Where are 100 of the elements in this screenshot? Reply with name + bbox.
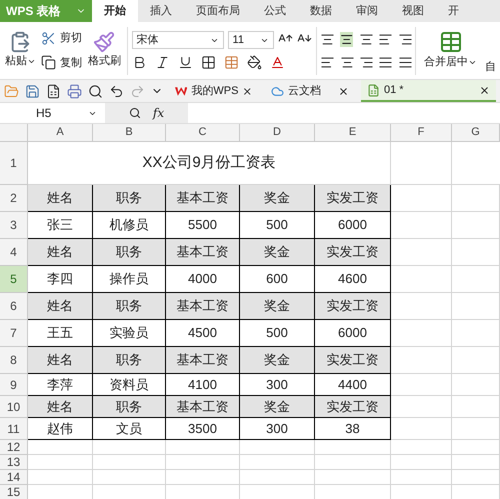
paste-button[interactable]: 粘贴 <box>4 53 27 70</box>
table-cell-text: 300 <box>266 420 288 438</box>
function-label[interactable]: fx <box>152 104 164 122</box>
column-header[interactable]: G <box>452 124 500 141</box>
font-size-field[interactable]: 11 <box>228 31 274 49</box>
format-painter-button[interactable]: 格式刷 <box>88 53 121 70</box>
merge-icon[interactable] <box>438 30 463 54</box>
preview-icon[interactable] <box>88 84 103 98</box>
table-style-icon[interactable] <box>224 55 239 70</box>
table-cell-text: 4400 <box>338 376 367 394</box>
close-icon[interactable] <box>242 86 253 96</box>
close-icon[interactable] <box>479 84 490 96</box>
align-center-icon[interactable] <box>340 54 355 70</box>
caret-icon[interactable] <box>26 57 36 66</box>
caret-icon[interactable] <box>468 58 478 67</box>
table-cell-text: 姓名 <box>47 243 73 262</box>
ribbon-tab[interactable]: 审阅 <box>344 0 390 22</box>
font-color-icon[interactable] <box>270 55 285 70</box>
sheet-title: XX公司9月份工资表 <box>142 152 276 173</box>
column-header[interactable]: B <box>93 124 166 141</box>
table-cell-text: 奖金 <box>264 243 290 262</box>
table-cell-text: 500 <box>266 324 288 342</box>
ribbon-tab[interactable]: 插入 <box>138 0 184 22</box>
ribbon-tab[interactable]: 公式 <box>252 0 298 22</box>
fill-color-icon[interactable] <box>246 55 262 70</box>
table-cell-text: 张三 <box>47 216 73 234</box>
ribbon-tab[interactable]: 开 <box>436 0 471 22</box>
row-header[interactable]: 2 <box>0 185 28 212</box>
table-cell-text: 操作员 <box>110 270 148 288</box>
row-header[interactable]: 7 <box>0 320 28 347</box>
save-icon[interactable] <box>25 84 40 98</box>
align-right-icon[interactable] <box>359 54 374 70</box>
document-tab[interactable]: 01 * <box>361 80 496 102</box>
table-cell-text: 500 <box>266 216 288 234</box>
row-header[interactable]: 12 <box>0 440 28 455</box>
undo-icon[interactable] <box>109 84 124 98</box>
font-name-field[interactable]: 宋体 <box>132 31 224 49</box>
cut-button[interactable]: 剪切 <box>60 30 82 46</box>
brush-icon[interactable] <box>93 31 116 54</box>
borders-icon[interactable] <box>200 55 216 70</box>
scissors-icon[interactable] <box>40 30 56 46</box>
open-icon[interactable] <box>4 84 19 98</box>
underline-icon[interactable] <box>178 55 193 70</box>
copy-button[interactable]: 复制 <box>60 54 82 71</box>
print-icon[interactable] <box>67 84 82 98</box>
ribbon-tab[interactable]: 开始 <box>92 0 138 22</box>
copy-icon[interactable] <box>40 55 56 70</box>
row-header[interactable]: 13 <box>0 455 28 470</box>
table-cell-text: 文员 <box>116 420 142 438</box>
table-cell-text: 5500 <box>188 216 217 234</box>
distribute-icon[interactable] <box>398 54 413 70</box>
search-icon[interactable] <box>128 107 141 119</box>
column-header[interactable]: D <box>240 124 315 141</box>
italic-icon[interactable] <box>154 55 170 70</box>
close-icon[interactable] <box>338 86 349 96</box>
table-cell-text: 姓名 <box>47 297 73 316</box>
paste-icon[interactable] <box>9 31 32 54</box>
table-cell-text: 李萍 <box>47 376 73 394</box>
table-cell-text: 实验员 <box>110 324 148 342</box>
table-cell-text: 实发工资 <box>326 398 378 416</box>
row-header[interactable]: 14 <box>0 470 28 485</box>
column-header[interactable]: C <box>166 124 240 141</box>
document-tab[interactable]: 云文档 <box>265 80 355 102</box>
row-header[interactable]: 15 <box>0 485 28 499</box>
row-header[interactable]: 5 <box>0 266 28 293</box>
row-header[interactable]: 3 <box>0 212 28 239</box>
column-header[interactable]: F <box>391 124 452 141</box>
table-cell-text: 基本工资 <box>176 398 228 416</box>
column-header[interactable]: E <box>315 124 391 141</box>
table-cell-text: 基本工资 <box>176 351 228 370</box>
align-middle-icon[interactable] <box>340 32 354 46</box>
row-header[interactable]: 4 <box>0 239 28 266</box>
row-header[interactable]: 8 <box>0 347 28 374</box>
row-header[interactable]: 10 <box>0 396 28 418</box>
row-header[interactable]: 6 <box>0 293 28 320</box>
column-header[interactable]: A <box>28 124 93 141</box>
ribbon-tab[interactable]: 数据 <box>298 0 344 22</box>
table-cell-text: 基本工资 <box>176 243 228 262</box>
row-header[interactable]: 9 <box>0 374 28 396</box>
table-cell-text: 4000 <box>188 270 217 288</box>
row-header[interactable]: 11 <box>0 418 28 440</box>
table-cell-text: 实发工资 <box>326 243 378 262</box>
document-tab[interactable]: 我的WPS <box>169 80 259 102</box>
redo-icon[interactable] <box>130 84 145 98</box>
table-cell-text: 王五 <box>47 324 73 342</box>
table-cell-text: 4500 <box>188 324 217 342</box>
row-header[interactable]: 1 <box>0 142 28 185</box>
align-top-icon[interactable] <box>320 32 336 46</box>
justify-icon[interactable] <box>378 54 394 70</box>
align-left-icon[interactable] <box>320 54 336 70</box>
align-bottom-icon[interactable] <box>359 32 374 46</box>
table-cell-text: 奖金 <box>264 398 290 416</box>
ribbon-tab[interactable]: 页面布局 <box>184 0 252 22</box>
table-cell-text: 6000 <box>338 216 367 234</box>
ribbon-button[interactable]: 自 <box>485 58 496 75</box>
logo-icon <box>175 86 188 96</box>
table-cell-text: 奖金 <box>264 297 290 316</box>
merge-center-button[interactable]: 合并居中 <box>424 54 468 71</box>
table-cell-text: 实发工资 <box>326 189 378 208</box>
ribbon-tab[interactable]: 视图 <box>390 0 436 22</box>
